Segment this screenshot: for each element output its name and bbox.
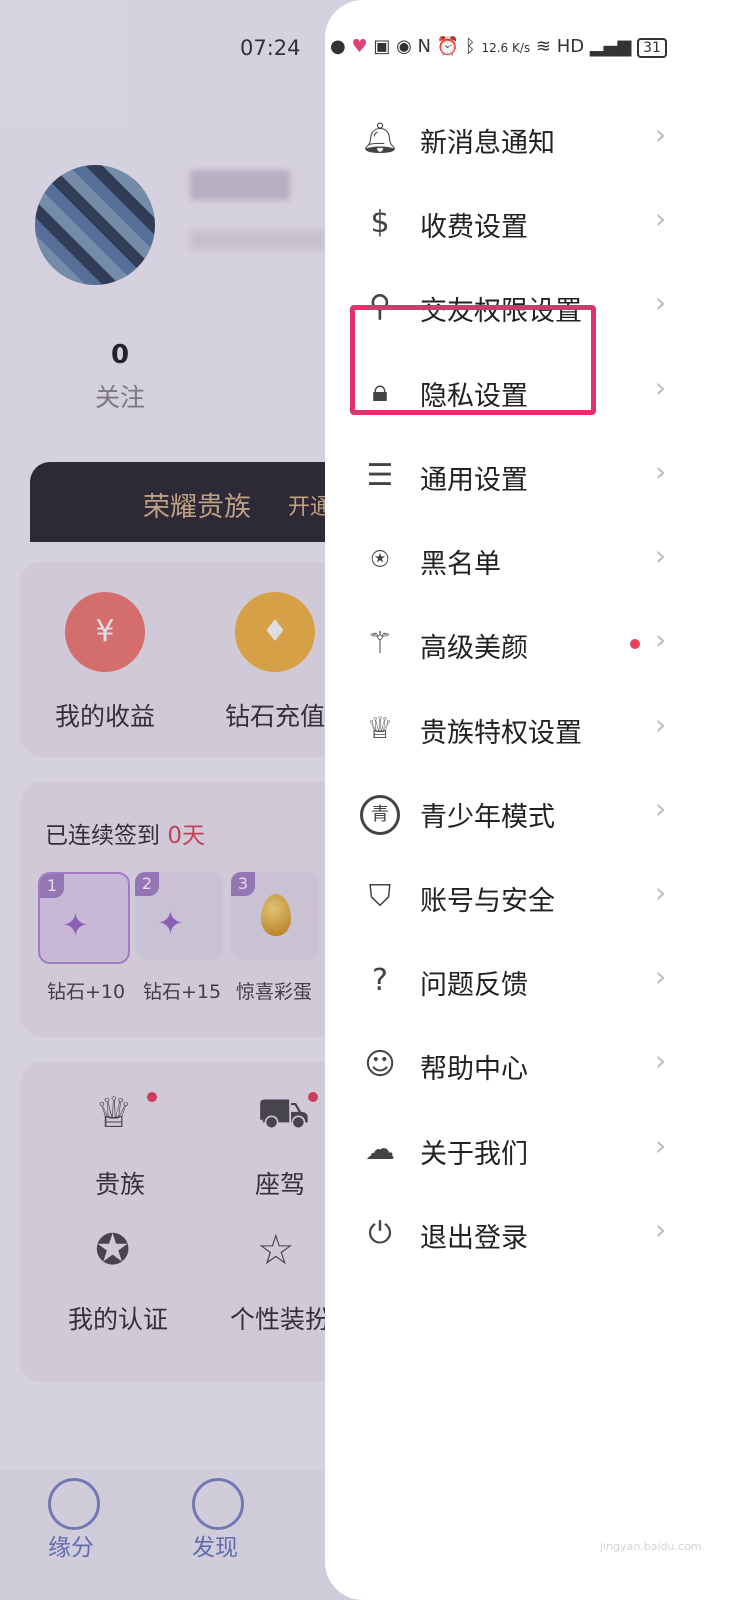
chevron-right-icon: › <box>655 708 667 741</box>
teen-icon: 青 <box>360 795 400 835</box>
menu-item-help-center[interactable]: ☺ 帮助中心 › <box>355 1030 685 1100</box>
chevron-right-icon: › <box>655 1129 667 1162</box>
menu-item-logout[interactable]: ⏻ 退出登录 › <box>355 1199 685 1269</box>
highlight-annotation-box <box>350 305 596 415</box>
chevron-right-icon: › <box>655 623 667 656</box>
battery-icon: 31 <box>637 38 667 58</box>
hd-icon: HD <box>556 36 585 57</box>
menu-item-account-security[interactable]: ⛉ 账号与安全 › <box>355 862 685 932</box>
chevron-right-icon: › <box>655 118 667 151</box>
watermark-brand: Bai 经验 <box>555 1505 671 1538</box>
dollar-icon: $ <box>370 205 390 240</box>
watermark-url: jingyan.baidu.com <box>600 1540 702 1553</box>
menu-item-fee-settings[interactable]: $ 收费设置 › <box>355 188 685 258</box>
menu-item-new-message-notification[interactable]: 🔔︎ 新消息通知 › <box>355 104 685 174</box>
status-icons: ● ♥ ▣ ◉ N ⏰ ᛒ 12.6 K/s ≋ HD ▂▄▆ 31 <box>330 36 667 58</box>
menu-item-advanced-beauty[interactable]: ⚚ 高级美颜 › <box>355 609 685 679</box>
bag-icon: ▣ <box>373 36 391 57</box>
menu-item-feedback[interactable]: ? 问题反馈 › <box>355 946 685 1016</box>
crown-icon: ♕ <box>366 711 394 746</box>
message-icon: ● <box>330 36 346 57</box>
shield-check-icon: ⛉ <box>368 879 392 914</box>
menu-item-nobility-privilege[interactable]: ♕ 贵族特权设置 › <box>355 694 685 764</box>
eye-icon: ◉ <box>396 36 412 57</box>
user-block-icon: ⍟ <box>371 542 389 577</box>
power-icon: ⏻ <box>368 1216 392 1251</box>
chevron-right-icon: › <box>655 202 667 235</box>
chevron-right-icon: › <box>655 539 667 572</box>
chevron-right-icon: › <box>655 286 667 319</box>
menu-item-general-settings[interactable]: ☰ 通用设置 › <box>355 441 685 511</box>
app-icon: ♥ <box>351 36 368 57</box>
bell-icon: 🔔︎ <box>360 121 400 156</box>
menu-item-teen-mode[interactable]: 青 青少年模式 › <box>355 778 685 848</box>
chevron-right-icon: › <box>655 1213 667 1246</box>
magic-wand-icon: ⚚ <box>366 626 394 661</box>
chevron-right-icon: › <box>655 371 667 404</box>
chevron-right-icon: › <box>655 1044 667 1077</box>
cloud-icon: ☁ <box>365 1132 395 1167</box>
chevron-right-icon: › <box>655 876 667 909</box>
question-icon: ? <box>372 963 388 998</box>
chevron-right-icon: › <box>655 455 667 488</box>
chevron-right-icon: › <box>655 960 667 993</box>
document-icon: ☰ <box>366 458 394 493</box>
alarm-icon: ⏰ <box>436 36 460 57</box>
notification-dot <box>630 639 640 649</box>
nfc-icon: N <box>417 36 431 57</box>
headset-icon: ☺ <box>364 1047 396 1082</box>
signal-icon: ▂▄▆ <box>589 36 632 57</box>
bluetooth-icon: ᛒ <box>464 36 476 57</box>
network-speed: 12.6 K/s <box>481 41 531 55</box>
wifi-icon: ≋ <box>535 36 551 57</box>
chevron-right-icon: › <box>655 792 667 825</box>
menu-item-blacklist[interactable]: ⍟ 黑名单 › <box>355 525 685 595</box>
menu-item-about-us[interactable]: ☁ 关于我们 › <box>355 1115 685 1185</box>
